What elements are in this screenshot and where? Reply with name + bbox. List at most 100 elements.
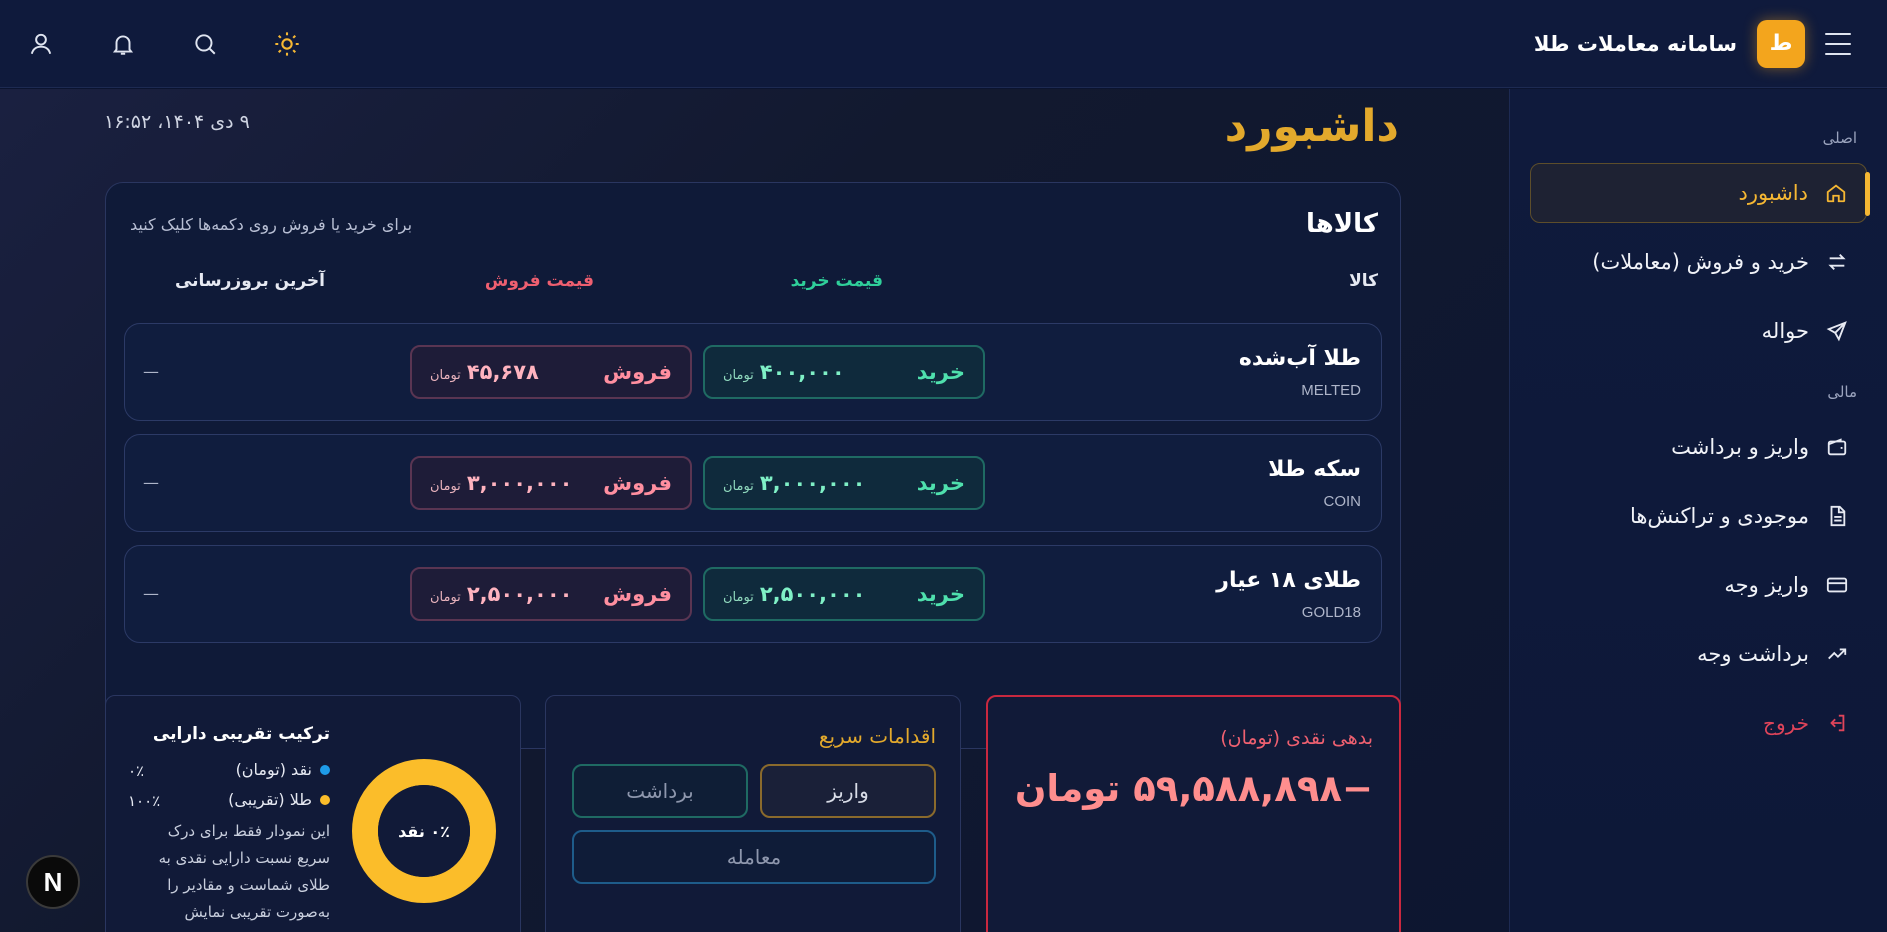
logo: ط (1757, 19, 1805, 68)
donut-chart: ۰٪ نقد (352, 759, 496, 903)
quick-actions-card: اقدامات سریع واریز برداشت معامله (545, 695, 961, 932)
updated-value: — (143, 584, 159, 603)
logout-icon (1825, 711, 1849, 735)
user-icon[interactable] (26, 29, 56, 59)
goods-code: MELTED (1301, 382, 1361, 399)
sun-icon[interactable] (272, 29, 302, 59)
buy-button[interactable]: خرید ۲,۵۰۰,۰۰۰ تومان (703, 567, 985, 621)
sell-button[interactable]: فروش ۳,۰۰۰,۰۰۰ تومان (410, 456, 692, 510)
sidebar-section-finance: مالی (1827, 383, 1857, 401)
sell-button[interactable]: فروش ۴۵,۶۷۸ تومان (410, 345, 692, 399)
page-title: داشبورد (1224, 101, 1399, 152)
column-header-sell: قیمت فروش (484, 271, 594, 291)
goods-code: COIN (1323, 493, 1362, 510)
sell-price: ۳,۰۰۰,۰۰۰ (466, 471, 573, 495)
sell-label: فروش (603, 360, 672, 384)
updated-value: — (143, 473, 159, 492)
sidebar: اصلی داشبورد خرید و فروش (معاملات) حواله… (1509, 89, 1887, 932)
sell-price: ۲,۵۰۰,۰۰۰ (466, 582, 573, 606)
sidebar-item-label: حواله (1761, 319, 1809, 343)
legend-gold-label: طلا (تقریبی) (228, 790, 312, 809)
card-icon (1825, 573, 1849, 597)
buy-button[interactable]: خرید ۳,۰۰۰,۰۰۰ تومان (703, 456, 985, 510)
price-unit: تومان (723, 368, 754, 383)
price-unit: تومان (723, 479, 754, 494)
top-bar: ط سامانه معاملات طلا (0, 0, 1887, 88)
trend-up-icon (1825, 642, 1849, 666)
debt-title: بدهی نقدی (تومان) (1220, 727, 1373, 749)
goods-name: سکه طلا (1268, 457, 1361, 482)
buy-label: خرید (916, 471, 965, 495)
legend-dot (320, 794, 330, 805)
swap-icon (1825, 250, 1849, 274)
legend-cash-label: نقد (تومان) (235, 760, 312, 779)
sell-label: فروش (603, 582, 672, 606)
home-icon (1824, 181, 1848, 205)
legend-dot (320, 764, 330, 775)
deposit-button[interactable]: واریز (760, 764, 936, 818)
sidebar-item-logout[interactable]: خروج (1530, 693, 1867, 753)
menu-icon[interactable] (1825, 32, 1851, 55)
framework-badge[interactable]: N (26, 855, 80, 909)
price-unit: تومان (430, 368, 461, 383)
buy-button[interactable]: خرید ۴۰۰,۰۰۰ تومان (703, 345, 985, 399)
composition-note: این نمودار فقط برای درک سریع نسبت دارایی… (158, 822, 330, 921)
table-row: سکه طلا COIN خرید ۳,۰۰۰,۰۰۰ تومان فروش ۳,… (124, 434, 1382, 532)
withdraw-button[interactable]: برداشت (572, 764, 748, 818)
datetime: ۹ دی ۱۴۰۴، ۱۶:۵۲ (104, 111, 250, 133)
gold-percent: ۱۰۰٪ (128, 793, 161, 810)
sidebar-item-label: خرید و فروش (معاملات) (1592, 250, 1809, 274)
updated-value: — (143, 362, 159, 381)
wallet-icon (1825, 435, 1849, 459)
document-icon (1825, 504, 1849, 528)
column-header-buy: قیمت خرید (790, 271, 883, 291)
goods-name: طلا آب‌شده (1238, 346, 1361, 371)
sidebar-item-label: برداشت وجه (1697, 642, 1809, 666)
column-header-updated: آخرین بروزرسانی (174, 271, 325, 291)
trade-button[interactable]: معامله (572, 830, 936, 884)
sidebar-item-deposit-withdraw[interactable]: واریز و برداشت (1530, 417, 1867, 477)
price-unit: تومان (430, 590, 461, 605)
buy-price: ۳,۰۰۰,۰۰۰ (759, 471, 866, 495)
goods-card: کالاها برای خرید یا فروش روی دکمه‌ها کلی… (105, 182, 1401, 749)
sidebar-item-balance[interactable]: موجودی و تراکنش‌ها (1530, 486, 1867, 546)
goods-title: کالاها (1305, 209, 1378, 239)
sidebar-section-main: اصلی (1822, 129, 1857, 147)
asset-composition-card: ترکیب تقریبی دارایی نقد (تومان) ۰٪ طلا (… (105, 695, 521, 932)
sidebar-item-label: داشبورد (1738, 181, 1808, 205)
debt-value: −۵۹,۵۸۸,۸۹۸ تومان (1014, 767, 1373, 810)
sidebar-item-transfer[interactable]: حواله (1530, 301, 1867, 361)
send-icon (1825, 319, 1849, 343)
app-title: سامانه معاملات طلا (1533, 31, 1737, 56)
brand: ط سامانه معاملات طلا (1533, 19, 1851, 68)
column-header-goods: کالا (1349, 271, 1378, 291)
sidebar-item-dashboard[interactable]: داشبورد (1530, 163, 1870, 223)
sidebar-item-withdraw[interactable]: برداشت وجه (1530, 624, 1867, 684)
sidebar-item-deposit[interactable]: واریز وجه (1530, 555, 1867, 615)
legend-cash: نقد (تومان) (236, 760, 330, 779)
donut-center-label: ۰٪ نقد (398, 822, 450, 841)
sidebar-item-label: موجودی و تراکنش‌ها (1629, 504, 1809, 528)
buy-label: خرید (916, 582, 965, 606)
sidebar-item-label: خروج (1763, 711, 1809, 735)
goods-hint: برای خرید یا فروش روی دکمه‌ها کلیک کنید (130, 215, 413, 234)
sell-price: ۴۵,۶۷۸ (466, 360, 539, 384)
table-row: طلا آب‌شده MELTED خرید ۴۰۰,۰۰۰ تومان فروش… (124, 323, 1382, 421)
search-icon[interactable] (190, 29, 220, 59)
sell-button[interactable]: فروش ۲,۵۰۰,۰۰۰ تومان (410, 567, 692, 621)
debt-card: بدهی نقدی (تومان) −۵۹,۵۸۸,۸۹۸ تومان (986, 695, 1401, 932)
composition-title: ترکیب تقریبی دارایی (152, 724, 330, 744)
top-actions (26, 29, 302, 59)
quick-actions-title: اقدامات سریع (818, 724, 936, 748)
main-content: داشبورد ۹ دی ۱۴۰۴، ۱۶:۵۲ کالاها برای خری… (0, 89, 1509, 932)
cash-percent: ۰٪ (128, 763, 145, 780)
sidebar-item-trades[interactable]: خرید و فروش (معاملات) (1530, 232, 1867, 292)
sidebar-item-label: واریز وجه (1724, 573, 1809, 597)
bell-icon[interactable] (108, 29, 138, 59)
buy-price: ۲,۵۰۰,۰۰۰ (759, 582, 866, 606)
table-row: طلای ۱۸ عیار GOLD18 خرید ۲,۵۰۰,۰۰۰ تومان … (124, 545, 1382, 643)
sidebar-item-label: واریز و برداشت (1671, 435, 1809, 459)
goods-code: GOLD18 (1301, 604, 1361, 621)
price-unit: تومان (430, 479, 461, 494)
buy-label: خرید (916, 360, 965, 384)
